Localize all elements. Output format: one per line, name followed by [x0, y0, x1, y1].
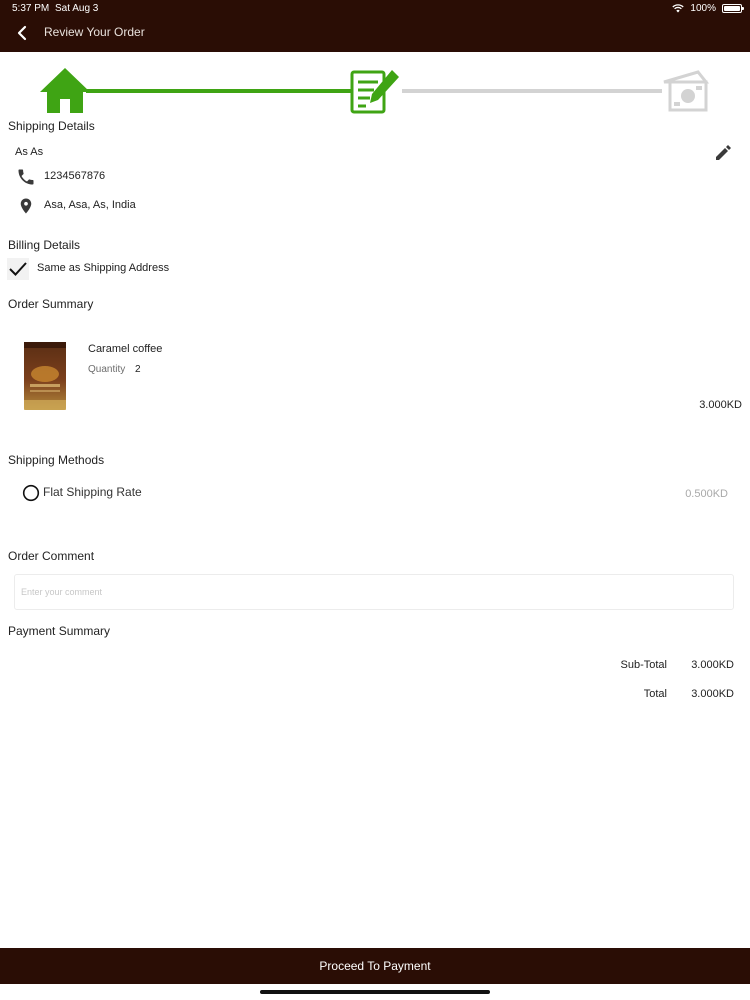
order-summary-heading: Order Summary	[8, 297, 94, 311]
product-image	[24, 342, 66, 410]
shipping-name: As As	[15, 146, 44, 158]
top-bar: 5:37 PM Sat Aug 3 100% Review Your Order	[0, 0, 750, 52]
location-pin-icon	[20, 198, 32, 214]
payment-step-icon	[663, 70, 710, 112]
phone-icon	[18, 169, 34, 185]
quantity-value: 2	[135, 364, 141, 375]
quantity-label: Quantity	[88, 364, 126, 375]
shipping-option-label: Flat Shipping Rate	[43, 485, 142, 499]
shipping-address: Asa, Asa, As, India	[44, 199, 136, 211]
order-comment-input[interactable]	[14, 574, 734, 610]
shipping-methods-heading: Shipping Methods	[8, 453, 105, 467]
same-as-shipping-checkbox[interactable]	[7, 258, 29, 280]
same-as-shipping-label: Same as Shipping Address	[37, 262, 170, 274]
radio-button-icon	[22, 484, 40, 502]
status-date: Sat Aug 3	[55, 3, 99, 14]
product-price: 3.000KD	[699, 399, 742, 411]
battery-icon	[722, 4, 744, 13]
total-label: Total	[643, 688, 667, 700]
shipping-option[interactable]: Flat Shipping Rate 0.500KD	[22, 483, 734, 503]
shipping-phone: 1234567876	[44, 170, 106, 182]
edit-pencil-icon[interactable]	[713, 143, 733, 163]
payment-summary-heading: Payment Summary	[8, 624, 111, 638]
battery-percent: 100%	[690, 3, 716, 14]
home-indicator	[260, 990, 490, 994]
status-right: 100%	[672, 3, 716, 14]
home-step-icon	[40, 68, 90, 113]
review-step-icon	[350, 70, 399, 114]
back-arrow-icon[interactable]	[14, 24, 32, 42]
total-value: 3.000KD	[691, 688, 734, 700]
order-comment-heading: Order Comment	[8, 549, 95, 563]
checkout-progress	[40, 68, 710, 114]
page-title: Review Your Order	[44, 25, 145, 39]
subtotal-label: Sub-Total	[620, 659, 667, 671]
status-time: 5:37 PM	[12, 3, 50, 14]
billing-details-heading: Billing Details	[8, 238, 81, 252]
checkmark-icon	[9, 262, 27, 276]
shipping-details-heading: Shipping Details	[8, 119, 95, 133]
shipping-option-price: 0.500KD	[685, 488, 728, 500]
wifi-icon	[672, 4, 685, 13]
product-name: Caramel coffee	[88, 343, 163, 355]
subtotal-value: 3.000KD	[691, 659, 734, 671]
proceed-to-payment-button[interactable]: Proceed To Payment	[0, 948, 750, 984]
